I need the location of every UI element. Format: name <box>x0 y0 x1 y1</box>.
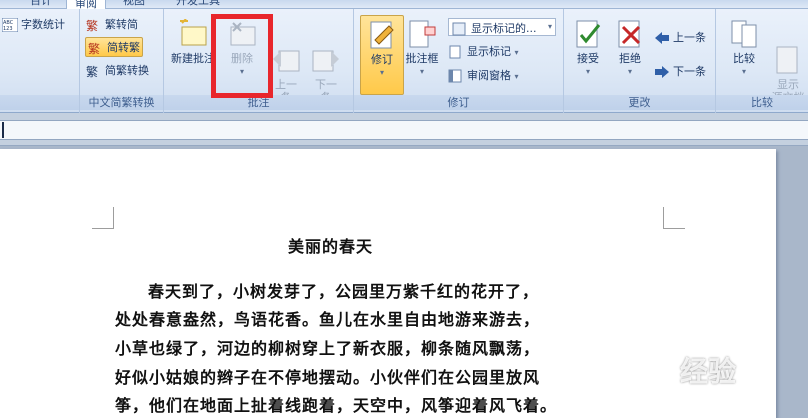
new-comment-label: 新建批注 <box>171 52 215 65</box>
svg-text:繁: 繁 <box>88 41 100 55</box>
ribbon: ABC123 字数统计 繁繁转简 繁简转繁 繁简繁转换 中文简繁转换 新建批注 <box>0 9 808 113</box>
to-simplified-button[interactable]: 繁繁转简 <box>86 16 138 33</box>
margin-corner-top-right <box>663 207 685 229</box>
next-change-button[interactable]: 下一条 <box>654 63 706 79</box>
to-simplified-label: 繁转简 <box>105 18 138 31</box>
reject-button[interactable]: 拒绝 ▾ <box>608 19 652 78</box>
svg-text:123: 123 <box>3 26 13 32</box>
ruler-bar <box>0 113 808 146</box>
show-markup-icon <box>448 45 464 59</box>
group-label-tracking: 修订 <box>354 95 563 110</box>
reject-icon <box>615 19 645 49</box>
next-change-icon <box>654 65 670 79</box>
ruler-tab-marker[interactable] <box>2 122 4 138</box>
next-comment-icon <box>311 32 341 72</box>
accept-label: 接受 <box>577 52 599 65</box>
reject-dropdown-icon: ▾ <box>627 67 632 76</box>
simplified-icon: 繁 <box>86 18 102 33</box>
previous-change-icon <box>654 31 670 45</box>
document-line-5: 筝，他们在地面上扯着线跑着，天空中，风筝迎着风飞着。 <box>115 396 558 415</box>
group-chinese-conversion: 繁繁转简 繁简转繁 繁简繁转换 中文简繁转换 <box>80 9 164 113</box>
previous-change-label: 上一条 <box>673 31 706 44</box>
next-comment-button[interactable]: 下一 条 <box>304 19 348 104</box>
balloons-dropdown-icon: ▾ <box>419 67 424 76</box>
highlight-annotation-box <box>211 14 273 98</box>
reject-label: 拒绝 <box>619 52 641 65</box>
group-compare: 比较 ▾ 显示 源文档 比较 <box>716 9 808 113</box>
to-traditional-label: 简转繁 <box>107 41 140 54</box>
to-traditional-button[interactable]: 繁简转繁 <box>85 37 143 57</box>
show-source-documents-icon <box>773 32 803 74</box>
group-changes: 接受 ▾ 拒绝 ▾ 上一条 下一条 更改 <box>564 9 716 113</box>
group-tracking: 修订 ▾ 批注框 ▾ 显示标记的... ▾ 显示标记 ▾ 审阅窗格 ▾ 修订 <box>354 9 564 113</box>
reviewing-pane-button[interactable]: 审阅窗格 ▾ <box>448 67 519 83</box>
margin-corner-top-left <box>92 207 114 229</box>
display-markup-dropdown-icon: ▾ <box>547 22 552 31</box>
group-label-proofing <box>0 95 79 110</box>
track-changes-label: 修订 <box>371 53 393 66</box>
display-markup-select-label: 显示标记的... <box>471 22 537 35</box>
show-markup-button[interactable]: 显示标记 ▾ <box>448 43 519 59</box>
group-label-chinese-conversion: 中文简繁转换 <box>80 95 163 110</box>
ribbon-tab-strip: 百计 审阅 视图 开发工具 <box>0 0 808 10</box>
reviewing-pane-icon <box>448 69 464 83</box>
new-comment-icon <box>178 18 208 49</box>
show-markup-label: 显示标记 <box>467 45 511 58</box>
display-markup-icon <box>452 22 468 36</box>
document-line-4: 好似小姑娘的辫子在不停地摆动。小伙伴们在公园里放风 <box>115 368 541 387</box>
document-line-2: 处处春意盎然，鸟语花香。鱼儿在水里自由地游来游去， <box>115 310 541 329</box>
word-count-label: 字数统计 <box>21 18 65 31</box>
convert-label: 简繁转换 <box>105 64 149 77</box>
word-count-button[interactable]: ABC 123 字数统计 <box>1 16 65 33</box>
balloons-button[interactable]: 批注框 ▾ <box>400 19 444 78</box>
tab-view[interactable]: 视图 <box>123 0 145 8</box>
group-label-changes: 更改 <box>564 95 715 110</box>
track-changes-icon <box>367 20 397 50</box>
reviewing-pane-dropdown-icon: ▾ <box>514 72 519 81</box>
show-markup-dropdown-icon: ▾ <box>514 48 519 57</box>
svg-text:繁: 繁 <box>86 64 98 78</box>
tab-references[interactable]: 百计 <box>30 0 52 8</box>
accept-dropdown-icon: ▾ <box>585 67 590 76</box>
track-changes-dropdown-icon: ▾ <box>379 68 384 77</box>
convert-icon: 繁 <box>86 64 102 79</box>
balloons-label: 批注框 <box>405 52 439 65</box>
compare-label: 比较 <box>733 52 755 65</box>
previous-change-button[interactable]: 上一条 <box>654 29 706 45</box>
previous-comment-icon <box>271 32 301 72</box>
balloons-icon <box>407 19 437 49</box>
reviewing-pane-label: 审阅窗格 <box>467 69 511 82</box>
accept-button[interactable]: 接受 ▾ <box>566 19 610 78</box>
document-line-3: 小草也绿了，河边的柳树穿上了新衣服，柳条随风飘荡， <box>115 339 541 358</box>
accept-icon <box>573 19 603 49</box>
tab-developer[interactable]: 开发工具 <box>176 0 220 8</box>
word-count-icon: ABC 123 <box>1 17 19 33</box>
compare-dropdown-icon: ▾ <box>741 67 746 76</box>
document-title: 美丽的春天 <box>288 237 374 256</box>
compare-button[interactable]: 比较 ▾ <box>722 19 766 78</box>
compare-icon <box>729 19 759 49</box>
document-line-1: 春天到了，小树发芽了，公园里万紫千红的花开了， <box>148 282 540 301</box>
traditional-icon: 繁 <box>88 41 104 56</box>
group-proofing: ABC 123 字数统计 <box>0 9 80 113</box>
group-label-compare: 比较 <box>716 95 808 110</box>
simplified-traditional-convert-button[interactable]: 繁简繁转换 <box>86 62 149 79</box>
watermark-logo: 经验 <box>680 355 737 388</box>
show-source-documents-button[interactable]: 显示 源文档 <box>766 19 808 104</box>
horizontal-ruler <box>0 120 808 140</box>
display-markup-select[interactable]: 显示标记的... ▾ <box>448 18 556 36</box>
next-change-label: 下一条 <box>673 65 706 78</box>
track-changes-button[interactable]: 修订 ▾ <box>360 15 404 95</box>
svg-text:繁: 繁 <box>86 18 98 32</box>
